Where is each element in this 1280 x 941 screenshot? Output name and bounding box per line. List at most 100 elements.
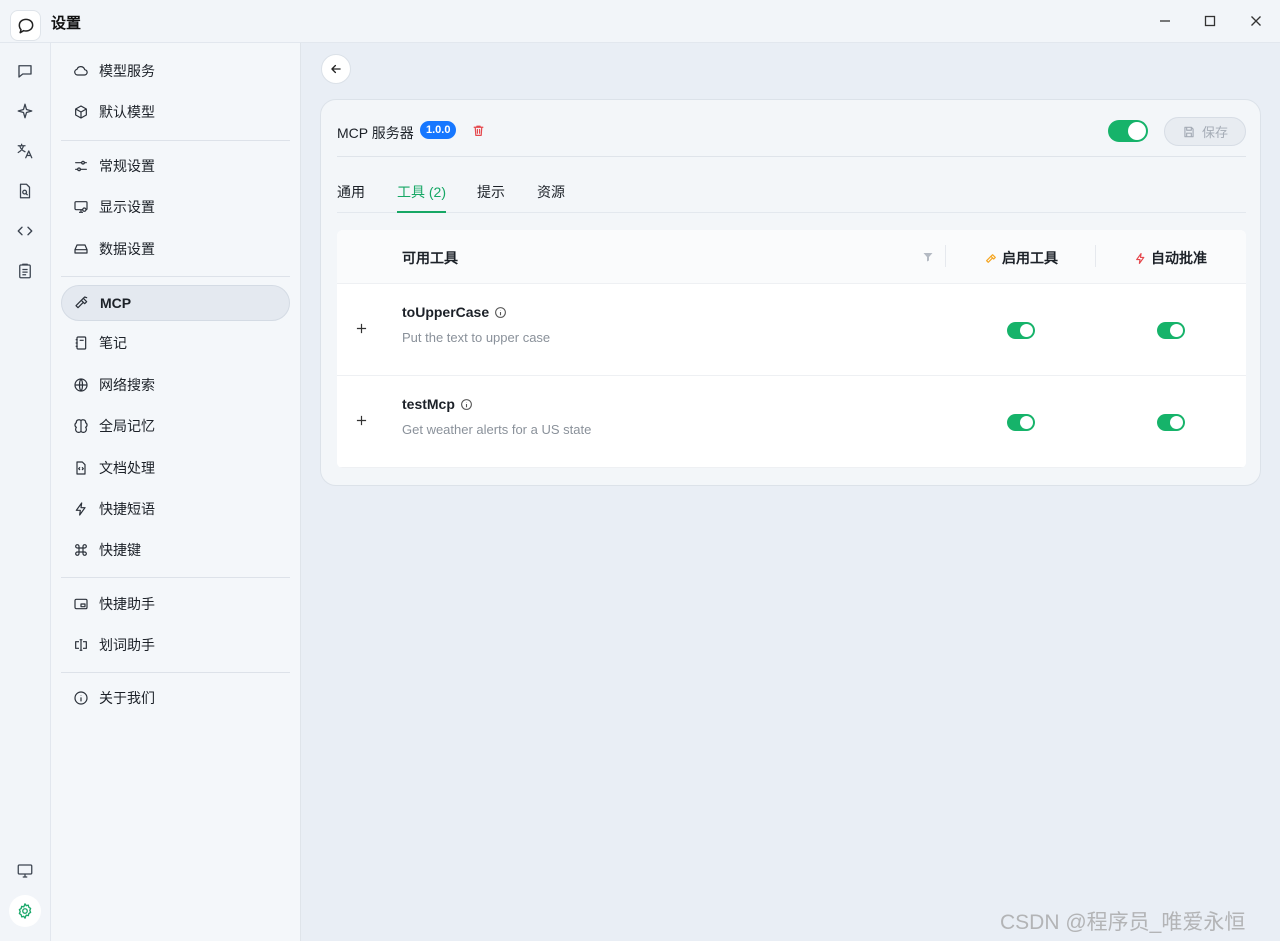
enable-tool-toggle[interactable] xyxy=(1007,322,1035,339)
info-icon[interactable] xyxy=(494,306,507,319)
tools-table: 可用工具 启用工具 自动批准 toUpperCase Put the text … xyxy=(337,230,1246,468)
column-separator xyxy=(1095,245,1096,267)
sidebar-item-quick-assistant[interactable]: 快捷助手 xyxy=(61,586,290,622)
hammer-icon xyxy=(73,294,91,312)
sliders-icon xyxy=(72,157,90,175)
info-icon xyxy=(72,689,90,707)
display-settings-icon xyxy=(72,198,90,216)
tool-name: testMcp xyxy=(402,396,473,412)
save-button[interactable]: 保存 xyxy=(1164,117,1246,146)
save-icon xyxy=(1182,125,1196,139)
sidebar-divider xyxy=(61,276,290,277)
sidebar-item-label: 模型服务 xyxy=(99,63,155,79)
column-header-auto-approve: 自动批准 xyxy=(1134,248,1207,268)
expand-plus-icon[interactable] xyxy=(354,321,368,335)
tab-resources[interactable]: 资源 xyxy=(537,182,565,213)
watermark: CSDN @程序员_唯爱永恒 xyxy=(1000,911,1246,934)
zap-icon xyxy=(72,500,90,518)
sidebar-item-display[interactable]: 显示设置 xyxy=(61,189,290,225)
close-icon[interactable] xyxy=(1243,8,1269,34)
info-icon[interactable] xyxy=(460,398,473,411)
column-header-enable: 启用工具 xyxy=(985,248,1058,268)
version-badge: 1.0.0 xyxy=(420,121,457,139)
sidebar-item-label: 网络搜索 xyxy=(99,377,155,393)
expand-plus-icon[interactable] xyxy=(354,413,368,427)
cube-icon xyxy=(72,103,90,121)
sidebar-item-label: 常规设置 xyxy=(99,158,155,174)
sidebar-item-mcp[interactable]: MCP xyxy=(61,285,290,321)
tab-general[interactable]: 通用 xyxy=(337,182,365,213)
settings-gear-icon[interactable] xyxy=(9,895,41,927)
sidebar-item-label: 快捷短语 xyxy=(99,501,155,517)
tab-prompts[interactable]: 提示 xyxy=(477,182,505,213)
column-header-tools: 可用工具 xyxy=(402,250,458,266)
zap-icon xyxy=(1134,251,1148,265)
sidebar-item-selection-assistant[interactable]: 划词助手 xyxy=(61,627,290,663)
tool-description: Put the text to upper case xyxy=(402,330,551,345)
minimize-icon[interactable] xyxy=(1152,8,1178,34)
sidebar-item-default-model[interactable]: 默认模型 xyxy=(61,94,290,130)
hammer-icon xyxy=(985,251,999,265)
sidebar-item-label: 快捷助手 xyxy=(99,596,155,612)
auto-approve-toggle[interactable] xyxy=(1157,322,1185,339)
sidebar-item-notes[interactable]: 笔记 xyxy=(61,325,290,361)
monitor-icon[interactable] xyxy=(13,859,37,883)
sidebar-item-label: 快捷键 xyxy=(99,542,141,558)
sidebar-item-label: 划词助手 xyxy=(99,637,155,653)
sparkle-icon[interactable] xyxy=(13,99,37,123)
tab-tools[interactable]: 工具 (2) xyxy=(397,182,446,213)
sidebar-item-memory[interactable]: 全局记忆 xyxy=(61,408,290,444)
maximize-icon[interactable] xyxy=(1197,8,1223,34)
sidebar-item-quick-phrases[interactable]: 快捷短语 xyxy=(61,491,290,527)
column-separator xyxy=(945,245,946,267)
column-header-auto-approve-label: 自动批准 xyxy=(1151,250,1207,266)
tool-name-text: toUpperCase xyxy=(402,304,490,320)
file-search-icon[interactable] xyxy=(13,179,37,203)
title-bar: 设置 xyxy=(0,0,1280,43)
enable-tool-toggle[interactable] xyxy=(1007,414,1035,431)
sidebar-item-label: 全局记忆 xyxy=(99,418,155,434)
sidebar-divider xyxy=(61,577,290,578)
globe-icon xyxy=(72,376,90,394)
sidebar-item-general[interactable]: 常规设置 xyxy=(61,148,290,184)
tool-description: Get weather alerts for a US state xyxy=(402,422,592,437)
clipboard-icon[interactable] xyxy=(13,259,37,283)
tool-name-text: testMcp xyxy=(402,396,455,412)
sidebar-item-about[interactable]: 关于我们 xyxy=(61,680,290,716)
sidebar-item-label: 文档处理 xyxy=(99,460,155,476)
filter-icon[interactable] xyxy=(921,250,935,264)
command-icon xyxy=(72,541,90,559)
translate-icon[interactable] xyxy=(13,139,37,163)
sidebar-item-web-search[interactable]: 网络搜索 xyxy=(61,367,290,403)
sidebar-item-label: 关于我们 xyxy=(99,690,155,706)
server-enable-toggle[interactable] xyxy=(1108,120,1148,142)
sidebar-item-label: 笔记 xyxy=(99,335,127,351)
sidebar-item-label: 显示设置 xyxy=(99,199,155,215)
settings-sidebar: 模型服务 默认模型 常规设置 显示设置 数据设置 MCP 笔记 网络搜索 全局记… xyxy=(51,43,301,941)
save-label: 保存 xyxy=(1201,125,1228,140)
sidebar-item-doc-processing[interactable]: 文档处理 xyxy=(61,450,290,486)
server-title: MCP 服务器 xyxy=(337,125,414,141)
sidebar-item-shortcuts[interactable]: 快捷键 xyxy=(61,532,290,568)
cloud-icon xyxy=(72,62,90,80)
auto-approve-toggle[interactable] xyxy=(1157,414,1185,431)
arrow-left-icon xyxy=(331,64,341,74)
trash-icon[interactable] xyxy=(470,122,486,138)
mcp-server-card: MCP 服务器 1.0.0 保存 通用 工具 (2) 提示 资源 可用工具 启用… xyxy=(320,99,1261,486)
column-header-enable-label: 启用工具 xyxy=(1002,250,1058,266)
sidebar-item-label: MCP xyxy=(100,295,132,311)
app-window-icon xyxy=(72,595,90,613)
sidebar-divider xyxy=(61,140,290,141)
brain-icon xyxy=(72,417,90,435)
app-logo-chat-icon[interactable] xyxy=(10,10,41,41)
tab-bar: 通用 工具 (2) 提示 资源 xyxy=(337,172,1246,213)
back-button[interactable] xyxy=(321,54,351,84)
sidebar-item-model-service[interactable]: 模型服务 xyxy=(61,53,290,89)
sidebar-item-data[interactable]: 数据设置 xyxy=(61,231,290,267)
chat-bubble-icon[interactable] xyxy=(13,59,37,83)
icon-rail xyxy=(0,43,51,941)
sidebar-item-label: 数据设置 xyxy=(99,241,155,257)
table-header: 可用工具 启用工具 自动批准 xyxy=(337,230,1246,284)
code-icon[interactable] xyxy=(13,219,37,243)
window-title: 设置 xyxy=(51,15,82,32)
